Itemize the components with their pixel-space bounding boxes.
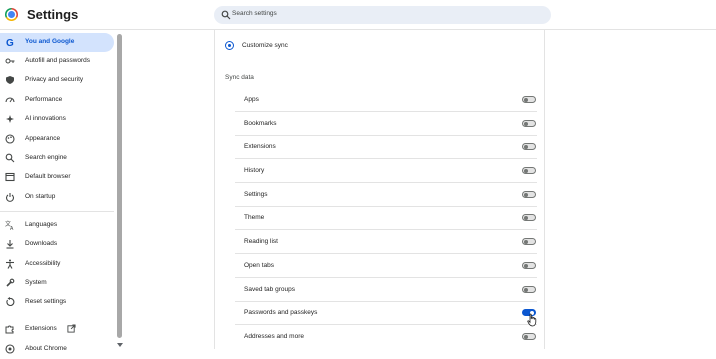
sync-row-label: Bookmarks — [244, 120, 277, 127]
sync-row-apps: Apps — [235, 88, 537, 112]
sync-row-label: Reading list — [244, 238, 278, 245]
sidebar-item-label: Accessibility — [25, 260, 61, 267]
puzzle-icon — [5, 325, 14, 334]
sidebar-item-autofill[interactable]: Autofill and passwords — [0, 52, 114, 71]
customize-sync-radio[interactable] — [225, 41, 234, 50]
sync-data-heading: Sync data — [225, 74, 254, 81]
sidebar-scrollbar[interactable] — [117, 34, 122, 338]
sync-row-label: Passwords and passkeys — [244, 309, 318, 316]
sidebar-item-languages[interactable]: 文A Languages — [0, 216, 114, 235]
sync-row-label: Open tabs — [244, 262, 274, 269]
palette-icon — [5, 134, 15, 144]
svg-text:G: G — [6, 38, 14, 47]
sidebar-item-on-startup[interactable]: On startup — [0, 188, 114, 207]
sync-row-history: History — [235, 159, 537, 183]
sidebar-item-you-and-google[interactable]: G You and Google — [0, 33, 114, 52]
sidebar-item-label: Autofill and passwords — [25, 57, 91, 64]
search-placeholder: Search settings — [232, 10, 277, 17]
sync-row-label: History — [244, 167, 265, 174]
extensions-toggle[interactable] — [522, 143, 536, 150]
google-g-icon: G — [6, 38, 14, 47]
shield-icon — [6, 76, 14, 84]
sidebar-item-appearance[interactable]: Appearance — [0, 130, 114, 149]
sidebar-item-downloads[interactable]: Downloads — [0, 235, 114, 254]
speedometer-icon — [5, 97, 15, 103]
bookmarks-toggle[interactable] — [522, 120, 536, 127]
download-icon — [6, 240, 14, 249]
sidebar-item-label: Search engine — [25, 154, 67, 161]
power-icon — [5, 193, 15, 202]
sidebar-item-performance[interactable]: Performance — [0, 91, 114, 110]
sidebar-item-label: System — [25, 279, 47, 286]
sidebar-item-label: Reset settings — [25, 298, 67, 305]
reset-icon — [6, 297, 15, 307]
search-icon — [221, 10, 231, 20]
sidebar-item-label: AI innovations — [25, 115, 66, 122]
sync-row-open-tabs: Open tabs — [235, 254, 537, 278]
sync-row-saved-tab-groups: Saved tab groups — [235, 278, 537, 302]
sync-row-reading-list: Reading list — [235, 230, 537, 254]
page-title: Settings — [27, 7, 79, 22]
sidebar-item-label: Extensions — [25, 325, 57, 332]
svg-text:A: A — [10, 226, 14, 230]
wrench-icon — [6, 278, 15, 287]
sidebar-divider — [0, 211, 114, 212]
sidebar-item-label: Performance — [25, 96, 63, 103]
sync-row-label: Addresses and more — [244, 333, 304, 340]
sidebar-item-label: On startup — [25, 193, 56, 200]
sync-row-passwords: Passwords and passkeys — [235, 301, 537, 325]
sidebar-item-label: Downloads — [25, 240, 58, 247]
sidebar: G You and Google Autofill and passwords … — [0, 30, 126, 354]
translate-icon: 文A — [5, 220, 14, 230]
sync-row-label: Saved tab groups — [244, 286, 295, 293]
sync-row-theme: Theme — [235, 206, 537, 230]
theme-toggle[interactable] — [522, 214, 536, 221]
sidebar-item-label: Appearance — [25, 135, 61, 142]
sync-row-settings: Settings — [235, 183, 537, 207]
sidebar-item-reset[interactable]: Reset settings — [0, 293, 114, 312]
open-tabs-toggle[interactable] — [522, 262, 536, 269]
browser-icon — [5, 172, 15, 182]
sidebar-item-accessibility[interactable]: Accessibility — [0, 255, 114, 274]
sync-row-addresses: Addresses and more — [235, 325, 537, 349]
sparkle-icon — [6, 115, 14, 123]
open-external-icon — [67, 324, 76, 333]
addresses-toggle[interactable] — [522, 333, 536, 340]
accessibility-icon — [6, 259, 14, 269]
reading-list-toggle[interactable] — [522, 238, 536, 245]
customize-sync-label: Customize sync — [242, 42, 288, 49]
chrome-icon — [5, 344, 15, 354]
hand-cursor-icon — [527, 313, 537, 327]
sidebar-item-search-engine[interactable]: Search engine — [0, 149, 114, 168]
sync-row-label: Extensions — [244, 143, 276, 150]
sidebar-item-label: Default browser — [25, 173, 71, 180]
search-icon — [5, 153, 15, 163]
search-input[interactable]: Search settings — [214, 6, 551, 24]
sync-row-bookmarks: Bookmarks — [235, 112, 537, 136]
sync-settings-card: Customize sync Sync data Apps Bookmarks … — [214, 30, 545, 349]
sidebar-item-system[interactable]: System — [0, 274, 114, 293]
apps-toggle[interactable] — [522, 96, 536, 103]
scroll-down-arrow-icon[interactable] — [117, 343, 123, 347]
saved-tab-groups-toggle[interactable] — [522, 286, 536, 293]
top-bar: Settings Search settings — [0, 0, 716, 30]
sync-row-extensions: Extensions — [235, 135, 537, 159]
sidebar-item-ai-innovations[interactable]: AI innovations — [0, 110, 114, 129]
key-icon — [5, 58, 15, 64]
sync-row-label: Theme — [244, 214, 265, 221]
sidebar-item-extensions[interactable]: Extensions — [0, 320, 114, 339]
sidebar-item-privacy[interactable]: Privacy and security — [0, 71, 114, 90]
sync-row-label: Apps — [244, 96, 259, 103]
chrome-logo-icon — [5, 8, 18, 21]
sidebar-item-label: You and Google — [25, 38, 75, 45]
sidebar-item-label: Languages — [25, 221, 58, 228]
sync-row-label: Settings — [244, 191, 268, 198]
sidebar-item-default-browser[interactable]: Default browser — [0, 168, 114, 187]
sidebar-item-label: Privacy and security — [25, 76, 84, 83]
history-toggle[interactable] — [522, 167, 536, 174]
settings-toggle[interactable] — [522, 191, 536, 198]
sidebar-item-about-chrome[interactable]: About Chrome — [0, 340, 114, 359]
